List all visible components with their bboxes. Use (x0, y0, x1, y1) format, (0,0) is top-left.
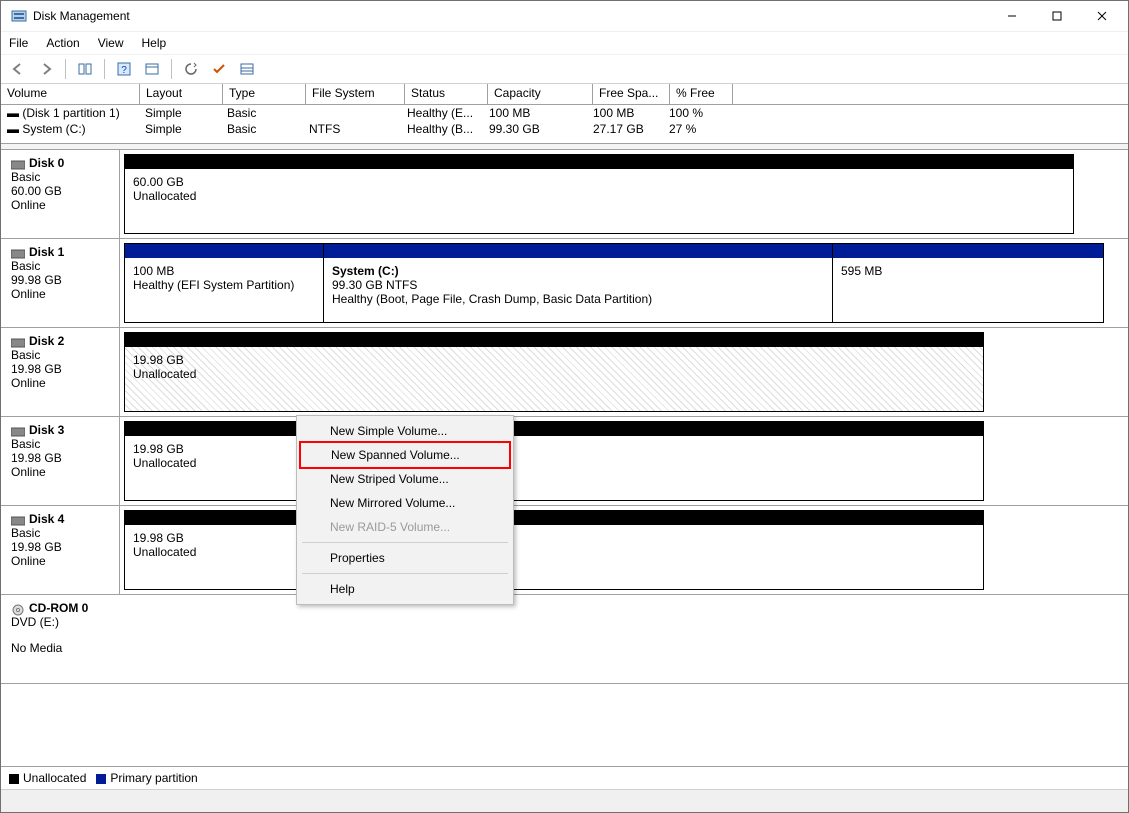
partition-unallocated[interactable]: 19.98 GB Unallocated (124, 332, 984, 412)
col-freespace[interactable]: Free Spa... (593, 84, 670, 104)
maximize-button[interactable] (1034, 2, 1079, 30)
disk-row-2: Disk 2 Basic 19.98 GB Online 19.98 GB Un… (1, 327, 1128, 417)
partition-unallocated[interactable]: 19.98 GB Unallocated (124, 510, 984, 590)
col-status[interactable]: Status (405, 84, 488, 104)
partition-unallocated[interactable]: 60.00 GB Unallocated (124, 154, 1074, 234)
volume-icon: ▬ (7, 122, 22, 136)
toolbar: ? (1, 55, 1128, 84)
minimize-button[interactable] (989, 2, 1034, 30)
legend-swatch-primary (96, 774, 106, 784)
disk-info[interactable]: Disk 1 Basic 99.98 GB Online (1, 239, 120, 327)
menu-file[interactable]: File (9, 36, 28, 50)
legend: Unallocated Primary partition (1, 766, 1128, 789)
col-layout[interactable]: Layout (140, 84, 223, 104)
settings-icon[interactable] (141, 58, 163, 80)
help-icon[interactable]: ? (113, 58, 135, 80)
volume-row[interactable]: ▬ System (C:) Simple Basic NTFS Healthy … (1, 121, 1128, 137)
disk-info[interactable]: Disk 3 Basic 19.98 GB Online (1, 417, 120, 505)
disk-info[interactable]: Disk 2 Basic 19.98 GB Online (1, 328, 120, 416)
show-hide-icon[interactable] (74, 58, 96, 80)
disk-row-1: Disk 1 Basic 99.98 GB Online 100 MB Heal… (1, 238, 1128, 328)
col-pctfree[interactable]: % Free (670, 84, 733, 104)
disk-info[interactable]: CD-ROM 0 DVD (E:) No Media (1, 595, 119, 683)
col-type[interactable]: Type (223, 84, 306, 104)
menu-view[interactable]: View (98, 36, 124, 50)
volume-grid: ▬ (Disk 1 partition 1) Simple Basic Heal… (1, 105, 1128, 143)
disk-row-3: Disk 3 Basic 19.98 GB Online 19.98 GB Un… (1, 416, 1128, 506)
disk-info[interactable]: Disk 0 Basic 60.00 GB Online (1, 150, 120, 238)
menu-properties[interactable]: Properties (300, 546, 510, 570)
window-title: Disk Management (33, 9, 989, 23)
refresh-icon[interactable] (180, 58, 202, 80)
menu-new-mirrored-volume[interactable]: New Mirrored Volume... (300, 491, 510, 515)
menu-new-striped-volume[interactable]: New Striped Volume... (300, 467, 510, 491)
menu-help[interactable]: Help (142, 36, 167, 50)
col-filesystem[interactable]: File System (306, 84, 405, 104)
disk-icon (11, 426, 25, 436)
disk-row-4: Disk 4 Basic 19.98 GB Online 19.98 GB Un… (1, 505, 1128, 595)
partition-efi[interactable]: 100 MB Healthy (EFI System Partition) (124, 243, 324, 323)
partition-system[interactable]: System (C:) 99.30 GB NTFS Healthy (Boot,… (323, 243, 833, 323)
partition-recovery[interactable]: 595 MB (832, 243, 1104, 323)
list-icon[interactable] (236, 58, 258, 80)
col-capacity[interactable]: Capacity (488, 84, 593, 104)
volume-icon: ▬ (7, 106, 22, 120)
menu-new-raid5-volume: New RAID-5 Volume... (300, 515, 510, 539)
window: Disk Management File Action View Help ? … (0, 0, 1129, 813)
menu-new-spanned-volume[interactable]: New Spanned Volume... (299, 441, 511, 469)
disk-management-icon (11, 8, 27, 24)
legend-swatch-unallocated (9, 774, 19, 784)
titlebar[interactable]: Disk Management (1, 1, 1128, 31)
disk-icon (11, 159, 25, 169)
menu-action[interactable]: Action (46, 36, 79, 50)
volume-grid-header: Volume Layout Type File System Status Ca… (1, 84, 1128, 105)
col-volume[interactable]: Volume (1, 84, 140, 104)
check-icon[interactable] (208, 58, 230, 80)
disk-info[interactable]: Disk 4 Basic 19.98 GB Online (1, 506, 120, 594)
menu-help[interactable]: Help (300, 577, 510, 601)
disk-row-cdrom: CD-ROM 0 DVD (E:) No Media (1, 594, 1128, 684)
volume-row[interactable]: ▬ (Disk 1 partition 1) Simple Basic Heal… (1, 105, 1128, 121)
statusbar (1, 789, 1128, 812)
disk-icon (11, 515, 25, 525)
cdrom-icon (11, 604, 25, 614)
svg-text:?: ? (121, 65, 127, 76)
disk-icon (11, 248, 25, 258)
splitter[interactable] (1, 143, 1128, 150)
menubar: File Action View Help (1, 31, 1128, 55)
context-menu: New Simple Volume... New Spanned Volume.… (296, 415, 514, 605)
partition-unallocated[interactable]: 19.98 GB Unallocated (124, 421, 984, 501)
menu-new-simple-volume[interactable]: New Simple Volume... (300, 419, 510, 443)
disk-icon (11, 337, 25, 347)
close-button[interactable] (1079, 2, 1124, 30)
forward-icon[interactable] (35, 58, 57, 80)
disk-row-0: Disk 0 Basic 60.00 GB Online 60.00 GB Un… (1, 150, 1128, 239)
back-icon[interactable] (7, 58, 29, 80)
disk-pane: Disk 0 Basic 60.00 GB Online 60.00 GB Un… (1, 150, 1128, 766)
